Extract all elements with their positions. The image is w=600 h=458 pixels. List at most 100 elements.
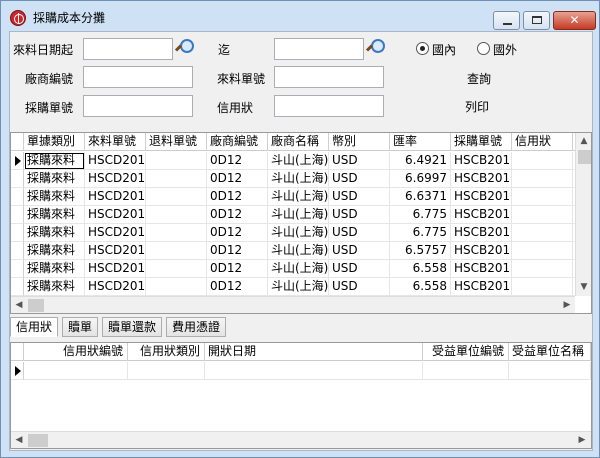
table-cell[interactable] bbox=[512, 224, 573, 242]
col-vendor-code[interactable]: 廠商編號 bbox=[207, 133, 268, 151]
hscroll-thumb[interactable] bbox=[28, 299, 44, 312]
table-row[interactable]: 採購來料HSCD2011(0D12斗山(上海)IUSD6.4921HSCB201… bbox=[11, 152, 581, 170]
detail-cell[interactable] bbox=[423, 362, 509, 380]
table-cell[interactable]: 採購來料 bbox=[24, 170, 85, 188]
table-cell[interactable]: 採購來料 bbox=[24, 188, 85, 206]
table-cell[interactable] bbox=[146, 224, 207, 242]
detail-cell[interactable] bbox=[205, 362, 423, 380]
table-cell[interactable]: 採購來料 bbox=[24, 260, 85, 278]
table-row[interactable]: 採購來料HSCD2011(0D12斗山(上海)IUSD6.558HSCB2011… bbox=[11, 278, 581, 296]
table-cell[interactable]: 採購來料 bbox=[24, 224, 85, 242]
col-doc-type[interactable]: 單據類別 bbox=[24, 133, 85, 151]
foreign-radio[interactable] bbox=[477, 42, 490, 55]
main-grid[interactable]: 單據類別 來料單號 退料單號 廠商編號 廠商名稱 幣別 匯率 採購單號 信用狀 … bbox=[10, 132, 592, 314]
col-po-no[interactable]: 採購單號 bbox=[451, 133, 512, 151]
table-cell[interactable] bbox=[146, 170, 207, 188]
table-cell[interactable]: USD bbox=[329, 188, 390, 206]
table-cell[interactable]: HSCB2011( bbox=[451, 242, 512, 260]
table-cell[interactable]: HSCB2010 bbox=[451, 188, 512, 206]
domestic-radio[interactable] bbox=[416, 42, 429, 55]
col-rate[interactable]: 匯率 bbox=[390, 133, 451, 151]
table-cell[interactable]: 採購來料 bbox=[24, 278, 85, 296]
table-cell[interactable] bbox=[146, 260, 207, 278]
table-cell[interactable]: HSCD2010( bbox=[85, 206, 146, 224]
date-from-search-icon[interactable] bbox=[175, 38, 194, 56]
table-cell[interactable]: USD bbox=[329, 224, 390, 242]
tab-expense-voucher[interactable]: 費用憑證 bbox=[166, 317, 227, 337]
scroll-up-icon[interactable]: ▲ bbox=[576, 133, 591, 149]
table-cell[interactable]: HSCB2010( bbox=[451, 224, 512, 242]
table-cell[interactable] bbox=[512, 260, 573, 278]
table-cell[interactable] bbox=[146, 188, 207, 206]
table-cell[interactable]: 0D12 bbox=[207, 152, 268, 170]
scroll-down-icon[interactable]: ▼ bbox=[576, 279, 591, 295]
col-open-date[interactable]: 開狀日期 bbox=[205, 343, 423, 361]
table-cell[interactable]: 斗山(上海)I bbox=[268, 278, 329, 296]
col-lc-no[interactable]: 信用狀編號 bbox=[24, 343, 128, 361]
query-button[interactable]: 查詢 bbox=[467, 70, 491, 87]
print-button[interactable]: 列印 bbox=[465, 98, 489, 115]
app-icon[interactable] bbox=[10, 10, 26, 26]
table-cell[interactable]: USD bbox=[329, 170, 390, 188]
receipt-no-input[interactable] bbox=[274, 66, 384, 88]
table-cell[interactable] bbox=[146, 278, 207, 296]
table-cell[interactable] bbox=[512, 170, 573, 188]
table-cell[interactable] bbox=[512, 278, 573, 296]
table-cell[interactable]: 斗山(上海)I bbox=[268, 188, 329, 206]
table-cell[interactable]: HSCD2011( bbox=[85, 260, 146, 278]
tab-redemption[interactable]: 贖單 bbox=[62, 317, 99, 337]
tab-lc[interactable]: 信用狀 bbox=[10, 317, 59, 337]
detail-cell[interactable] bbox=[128, 362, 205, 380]
scroll-right-icon[interactable]: ▶ bbox=[559, 297, 575, 313]
close-button[interactable]: ✕ bbox=[553, 11, 596, 30]
table-cell[interactable]: 0D12 bbox=[207, 260, 268, 278]
table-cell[interactable]: 6.4921 bbox=[390, 152, 451, 170]
table-cell[interactable] bbox=[512, 206, 573, 224]
table-cell[interactable]: 斗山(上海)I bbox=[268, 224, 329, 242]
col-vendor-name[interactable]: 廠商名稱 bbox=[268, 133, 329, 151]
table-row[interactable]: 採購來料HSCD2011(0D12斗山(上海)IUSD6.6371HSCB201… bbox=[11, 188, 581, 206]
date-to-search-icon[interactable] bbox=[366, 38, 385, 56]
table-cell[interactable]: USD bbox=[329, 242, 390, 260]
table-cell[interactable]: HSCB2010( bbox=[451, 206, 512, 224]
table-cell[interactable]: 斗山(上海)I bbox=[268, 242, 329, 260]
foreign-label[interactable]: 國外 bbox=[493, 41, 517, 58]
tab-redemption-repay[interactable]: 贖單還款 bbox=[102, 317, 163, 337]
table-cell[interactable]: HSCB2011( bbox=[451, 260, 512, 278]
table-cell[interactable]: USD bbox=[329, 152, 390, 170]
table-cell[interactable]: 0D12 bbox=[207, 224, 268, 242]
table-cell[interactable]: 6.6371 bbox=[390, 188, 451, 206]
table-cell[interactable]: 採購來料 bbox=[24, 206, 85, 224]
table-cell[interactable] bbox=[146, 152, 207, 170]
detail-cell[interactable] bbox=[24, 362, 128, 380]
table-cell[interactable]: 斗山(上海)I bbox=[268, 260, 329, 278]
minimize-button[interactable] bbox=[493, 11, 520, 30]
detail-grid[interactable]: 信用狀編號 信用狀類別 開狀日期 受益單位編號 受益單位名稱 ◀ ▶ bbox=[10, 342, 592, 449]
table-cell[interactable]: 0D12 bbox=[207, 278, 268, 296]
col-lc[interactable]: 信用狀 bbox=[512, 133, 573, 151]
main-grid-hscrollbar[interactable]: ◀ ▶ bbox=[11, 296, 575, 313]
table-cell[interactable]: 採購來料 bbox=[24, 242, 85, 260]
lc-input[interactable] bbox=[274, 95, 384, 117]
table-cell[interactable]: USD bbox=[329, 278, 390, 296]
table-cell[interactable] bbox=[512, 242, 573, 260]
table-cell[interactable]: 0D12 bbox=[207, 206, 268, 224]
table-cell[interactable]: 6.5757 bbox=[390, 242, 451, 260]
detail-new-row[interactable] bbox=[11, 362, 591, 380]
table-cell[interactable]: 6.775 bbox=[390, 206, 451, 224]
detail-scroll-left-icon[interactable]: ◀ bbox=[11, 432, 27, 448]
table-cell[interactable]: 採購來料 bbox=[24, 152, 85, 170]
table-cell[interactable]: HSCB2010( bbox=[451, 170, 512, 188]
table-cell[interactable]: 斗山(上海)I bbox=[268, 206, 329, 224]
col-currency[interactable]: 幣別 bbox=[329, 133, 390, 151]
table-cell[interactable]: 0D12 bbox=[207, 170, 268, 188]
date-from-input[interactable] bbox=[83, 38, 173, 60]
detail-grid-hscrollbar[interactable]: ◀ ▶ bbox=[11, 431, 591, 448]
date-to-input[interactable] bbox=[274, 38, 364, 60]
table-cell[interactable]: 6.558 bbox=[390, 260, 451, 278]
table-cell[interactable]: HSCD2011( bbox=[85, 278, 146, 296]
table-cell[interactable]: 6.558 bbox=[390, 278, 451, 296]
table-row[interactable]: 採購來料HSCD2011(0D12斗山(上海)IUSD6.5757HSCB201… bbox=[11, 242, 581, 260]
col-return-no[interactable]: 退料單號 bbox=[146, 133, 207, 151]
table-row[interactable]: 採購來料HSCD2010(0D12斗山(上海)IUSD6.775HSCB2010… bbox=[11, 224, 581, 242]
